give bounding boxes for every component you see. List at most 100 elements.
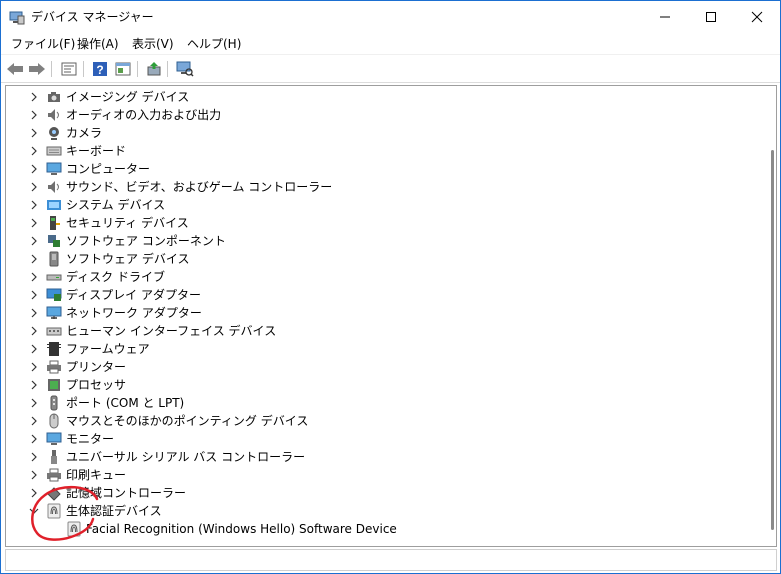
- tree-item[interactable]: ユニバーサル シリアル バス コントローラー: [6, 448, 764, 466]
- scan-hardware-button[interactable]: [175, 59, 195, 79]
- menu-view[interactable]: 表示(V): [130, 36, 176, 52]
- tree-item[interactable]: ヒューマン インターフェイス デバイス: [6, 322, 764, 340]
- chevron-right-icon[interactable]: [28, 199, 40, 211]
- chevron-right-icon[interactable]: [28, 343, 40, 355]
- usb-icon: [51, 450, 57, 464]
- update-driver-icon: [147, 62, 161, 76]
- toolbar-separator: [51, 61, 52, 77]
- webcam-icon: [49, 127, 59, 140]
- tree-item[interactable]: オーディオの入力および出力: [6, 106, 764, 124]
- tree-item-label: ネットワーク アダプター: [66, 306, 202, 320]
- port-icon: [50, 395, 58, 411]
- disk-drive-icon: [46, 274, 62, 281]
- title-bar[interactable]: デバイス マネージャー: [1, 1, 780, 33]
- close-icon: [751, 11, 763, 23]
- forward-arrow-icon: [29, 63, 45, 75]
- tree-item-label: プリンター: [66, 360, 127, 374]
- chevron-right-icon[interactable]: [28, 163, 40, 175]
- window-title: デバイス マネージャー: [31, 10, 154, 24]
- chevron-right-icon[interactable]: [28, 217, 40, 229]
- menu-file[interactable]: ファイル(F): [9, 36, 77, 52]
- hid-icon: [46, 327, 62, 336]
- tree-item[interactable]: ディスプレイ アダプター: [6, 286, 764, 304]
- tree-child-item[interactable]: Facial Recognition (Windows Hello) Softw…: [6, 520, 764, 538]
- tree-item[interactable]: モニター: [6, 430, 764, 448]
- svg-text:?: ?: [96, 63, 103, 77]
- printer-icon: [47, 468, 61, 482]
- tree-item[interactable]: コンピューター: [6, 160, 764, 178]
- tree-item[interactable]: ネットワーク アダプター: [6, 304, 764, 322]
- chevron-right-icon[interactable]: [28, 451, 40, 463]
- toolbar-separator: [83, 61, 84, 77]
- chevron-right-icon[interactable]: [28, 307, 40, 319]
- chevron-right-icon[interactable]: [28, 289, 40, 301]
- chevron-right-icon[interactable]: [28, 325, 40, 337]
- tree-item[interactable]: イメージング デバイス: [6, 88, 764, 106]
- tree-item[interactable]: キーボード: [6, 142, 764, 160]
- tree-item-label: プロセッサ: [66, 378, 127, 392]
- speaker-icon: [48, 109, 59, 121]
- tree-item[interactable]: サウンド、ビデオ、およびゲーム コントローラー: [6, 178, 764, 196]
- close-button[interactable]: [734, 1, 780, 33]
- back-button[interactable]: [5, 59, 25, 79]
- software-component-icon: [48, 235, 60, 247]
- tree-item-label: ユニバーサル シリアル バス コントローラー: [66, 450, 306, 464]
- tree-item[interactable]: セキュリティ デバイス: [6, 214, 764, 232]
- tree-item[interactable]: 生体認証デバイス: [6, 502, 764, 520]
- chevron-right-icon[interactable]: [28, 91, 40, 103]
- scrollbar-thumb[interactable]: [771, 150, 774, 530]
- maximize-button[interactable]: [688, 1, 734, 33]
- chevron-right-icon[interactable]: [28, 415, 40, 427]
- menu-bar: ファイル(F) 操作(A) 表示(V) ヘルプ(H): [1, 33, 780, 55]
- view-button[interactable]: [113, 59, 133, 79]
- tree-item[interactable]: システム デバイス: [6, 196, 764, 214]
- tree-item-label: ディスク ドライブ: [66, 270, 165, 284]
- forward-button[interactable]: [27, 59, 47, 79]
- update-driver-button[interactable]: [144, 59, 164, 79]
- chevron-right-icon[interactable]: [28, 253, 40, 265]
- fingerprint-icon: [47, 503, 61, 519]
- help-button[interactable]: ?: [90, 59, 110, 79]
- chevron-down-icon[interactable]: [28, 505, 40, 517]
- chevron-right-icon[interactable]: [28, 181, 40, 193]
- menu-help[interactable]: ヘルプ(H): [185, 36, 243, 52]
- chevron-right-icon[interactable]: [28, 127, 40, 139]
- tree-item[interactable]: ディスク ドライブ: [6, 268, 764, 286]
- chevron-right-icon[interactable]: [28, 487, 40, 499]
- view-icon: [115, 62, 131, 76]
- tree-item[interactable]: プロセッサ: [6, 376, 764, 394]
- tree-item[interactable]: カメラ: [6, 124, 764, 142]
- tree-item-label: 生体認証デバイス: [66, 504, 162, 518]
- monitor-icon: [46, 162, 62, 175]
- device-tree[interactable]: イメージング デバイス オーディオの入力および出力カメラキーボード コンピューターサ…: [5, 85, 777, 547]
- tree-item[interactable]: プリンター: [6, 358, 764, 376]
- menu-action[interactable]: 操作(A): [75, 36, 121, 52]
- tree-item-label: ポート (COM と LPT): [66, 396, 185, 410]
- chevron-right-icon[interactable]: [28, 469, 40, 481]
- tree-item[interactable]: ソフトウェア コンポーネント: [6, 232, 764, 250]
- chevron-right-icon[interactable]: [28, 433, 40, 445]
- tree-item[interactable]: ソフトウェア デバイス: [6, 250, 764, 268]
- minimize-button[interactable]: [642, 1, 688, 33]
- chevron-right-icon[interactable]: [28, 361, 40, 373]
- chevron-right-icon[interactable]: [28, 235, 40, 247]
- chevron-right-icon[interactable]: [28, 271, 40, 283]
- tree-item-label: カメラ: [66, 126, 103, 140]
- tree-item[interactable]: 印刷キュー: [6, 466, 764, 484]
- scan-hardware-icon: [176, 61, 194, 77]
- tree-item[interactable]: ファームウェア: [6, 340, 764, 358]
- chevron-right-icon[interactable]: [28, 379, 40, 391]
- tree-item[interactable]: マウスとそのほかのポインティング デバイス: [6, 412, 764, 430]
- firmware-icon: [47, 342, 61, 356]
- tree-item[interactable]: ポート (COM と LPT): [6, 394, 764, 412]
- chevron-right-icon[interactable]: [28, 109, 40, 121]
- chevron-right-icon[interactable]: [28, 145, 40, 157]
- vertical-scrollbar[interactable]: [768, 86, 776, 546]
- tree-item-label: モニター: [66, 432, 115, 446]
- chevron-right-icon[interactable]: [28, 397, 40, 409]
- tree-item[interactable]: 記憶域コントローラー: [6, 484, 764, 502]
- tree-item-label: ソフトウェア デバイス: [66, 252, 190, 266]
- status-bar: [5, 549, 777, 571]
- properties-button[interactable]: [59, 59, 79, 79]
- help-icon: ?: [93, 62, 107, 77]
